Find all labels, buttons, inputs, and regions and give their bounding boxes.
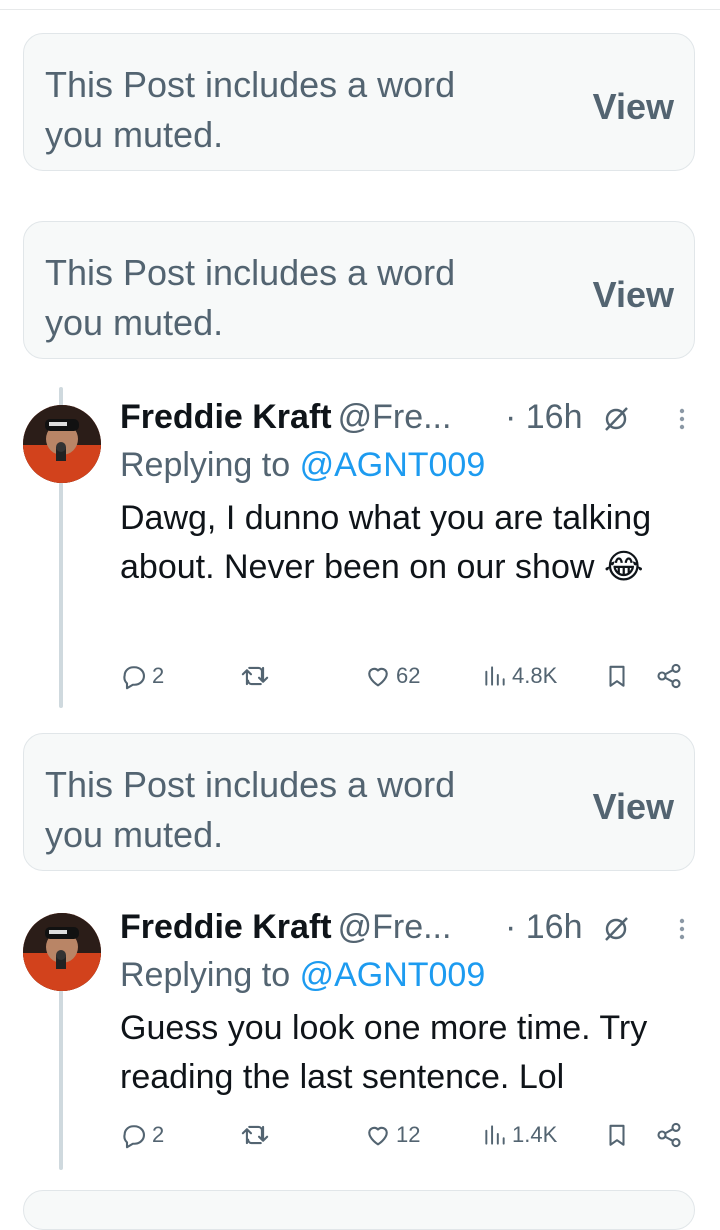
top-divider	[0, 9, 720, 10]
more-icon[interactable]	[670, 914, 694, 944]
user-handle[interactable]: @Fre...	[338, 398, 452, 436]
display-name[interactable]: Freddie Kraft	[120, 398, 332, 436]
tweet-actions: 2 62 4.8K	[120, 656, 700, 696]
analytics-icon	[485, 666, 505, 686]
avatar[interactable]	[23, 913, 101, 991]
like-count: 12	[396, 1122, 421, 1147]
replying-prefix: Replying to	[120, 956, 291, 994]
analytics-icon	[485, 1125, 505, 1145]
tweet-text: Guess you look one more time. Try readin…	[120, 1009, 648, 1096]
bookmark-icon	[609, 665, 625, 687]
reply-tweet[interactable]: Freddie Kraft @Fre... · 16h Replying to @…	[0, 898, 720, 1178]
thread-line	[59, 482, 63, 708]
share-icon	[657, 663, 681, 689]
muted-post-notice: This Post includes a word you muted. Vie…	[23, 733, 695, 871]
muted-notice-text: This Post includes a word you muted.	[45, 64, 456, 155]
tweet-text: Dawg, I dunno what you are talking about…	[120, 499, 652, 586]
repost-icon	[241, 666, 269, 686]
view-count: 4.8K	[512, 663, 558, 688]
views-button[interactable]: 4.8K	[482, 656, 557, 696]
muted-post-notice: This Post includes a word you muted. Vie…	[23, 33, 695, 171]
muted-notice-text: This Post includes a word you muted.	[45, 252, 456, 343]
tweet-actions: 2 12 1.4K	[120, 1115, 700, 1155]
bookmark-icon	[609, 1124, 625, 1146]
timestamp[interactable]: · 16h	[505, 902, 583, 952]
repost-icon	[241, 1125, 269, 1145]
tweet-header: Freddie Kraft @Fre...	[120, 392, 451, 442]
share-button[interactable]	[654, 1115, 684, 1155]
repost-button[interactable]	[240, 1115, 274, 1155]
mention-link[interactable]: @AGNT009	[300, 446, 486, 484]
repost-button[interactable]	[240, 656, 274, 696]
more-icon[interactable]	[670, 404, 694, 434]
tweet-header: Freddie Kraft @Fre...	[120, 902, 451, 952]
like-button[interactable]: 12	[364, 1115, 420, 1155]
share-icon	[657, 1122, 681, 1148]
thread-line	[59, 990, 63, 1170]
reply-tweet[interactable]: Freddie Kraft @Fre... · 16h Replying to @…	[0, 390, 720, 710]
reply-button[interactable]: 2	[120, 1115, 164, 1155]
like-button[interactable]: 62	[364, 656, 420, 696]
replying-to: Replying to @AGNT009	[120, 440, 485, 490]
reply-count: 2	[152, 663, 165, 688]
view-muted-post-button[interactable]: View	[593, 274, 674, 316]
bookmark-button[interactable]	[604, 1115, 630, 1155]
like-count: 62	[396, 663, 421, 688]
timestamp[interactable]: · 16h	[505, 392, 583, 442]
user-handle[interactable]: @Fre...	[338, 908, 452, 946]
replying-prefix: Replying to	[120, 446, 291, 484]
avatar[interactable]	[23, 405, 101, 483]
mention-link[interactable]: @AGNT009	[300, 956, 486, 994]
reply-icon	[123, 666, 145, 690]
heart-icon	[368, 1126, 388, 1146]
view-count: 1.4K	[512, 1122, 558, 1147]
muted-post-notice-partial	[23, 1190, 695, 1230]
replying-to: Replying to @AGNT009	[120, 950, 485, 1000]
display-name[interactable]: Freddie Kraft	[120, 908, 332, 946]
views-button[interactable]: 1.4K	[482, 1115, 557, 1155]
reply-count: 2	[152, 1122, 165, 1147]
reply-button[interactable]: 2	[120, 656, 164, 696]
muted-notice-text: This Post includes a word you muted.	[45, 764, 456, 855]
muted-post-notice: This Post includes a word you muted. Vie…	[23, 221, 695, 359]
grok-icon[interactable]	[601, 914, 631, 944]
grok-icon[interactable]	[601, 404, 631, 434]
share-button[interactable]	[654, 656, 684, 696]
reply-icon	[123, 1125, 145, 1149]
heart-icon	[368, 667, 388, 687]
view-muted-post-button[interactable]: View	[593, 786, 674, 828]
bookmark-button[interactable]	[604, 656, 630, 696]
view-muted-post-button[interactable]: View	[593, 86, 674, 128]
